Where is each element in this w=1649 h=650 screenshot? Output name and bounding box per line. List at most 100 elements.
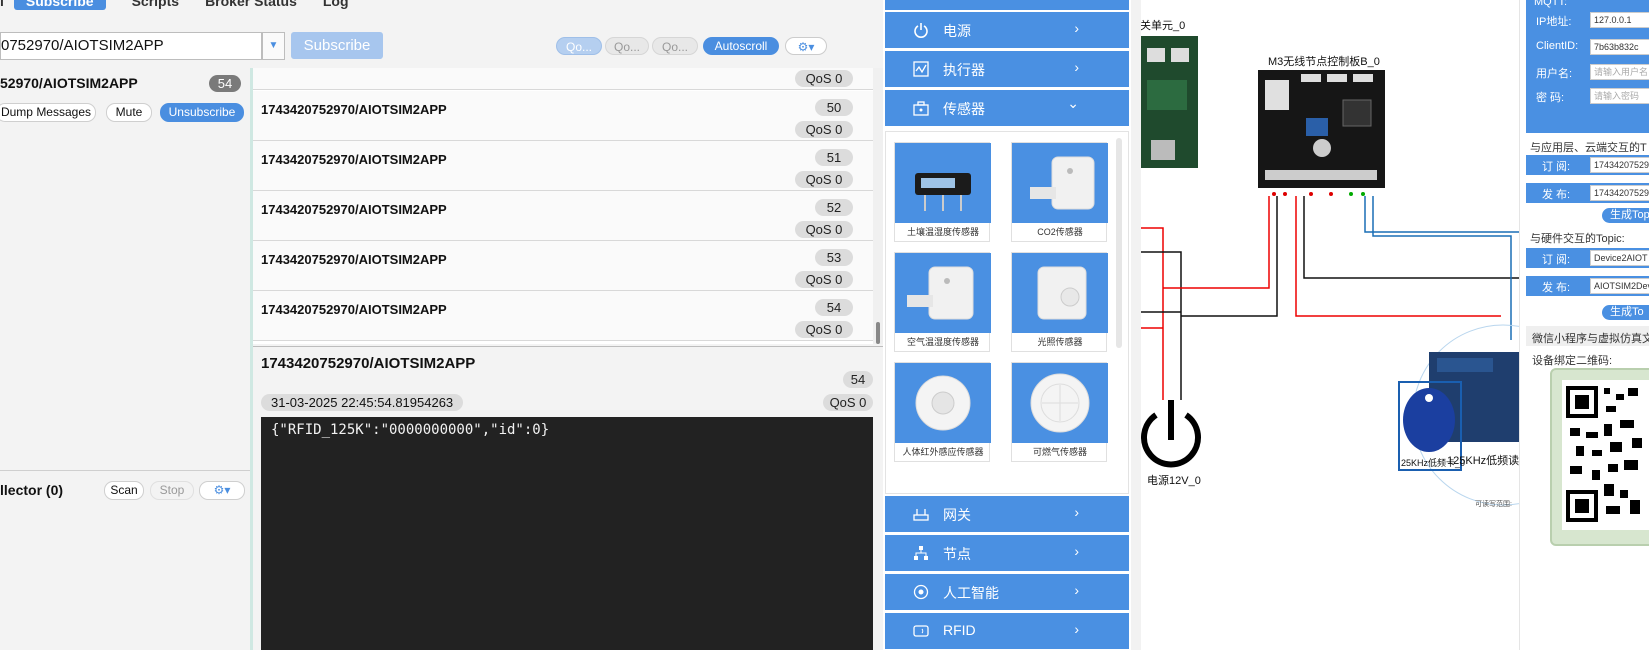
generate-topic-button-2[interactable]: 生成To	[1602, 305, 1649, 320]
tab-log[interactable]: Log	[323, 0, 349, 9]
username-input[interactable]: 请输入用户名	[1590, 64, 1649, 80]
app-pub-input[interactable]: 17434207529	[1590, 185, 1649, 201]
soil-sensor-image	[895, 143, 991, 223]
topic-input[interactable]: 0752970/AIOTSIM2APP	[0, 32, 262, 60]
chevron-right-icon: ›	[1074, 59, 1079, 75]
simulation-canvas[interactable]: 关单元_0 M3无线节点控制板B_0 电源12V_0 25KHz低频卡_0 12…	[1141, 0, 1519, 650]
message-row[interactable]: QoS 0	[253, 68, 873, 90]
menu-item-sensor[interactable]: 传感器 ⌄	[885, 90, 1129, 126]
message-row[interactable]: 1743420752970/AIOTSIM2APP 51 QoS 0	[253, 141, 873, 191]
chevron-right-icon: ›	[1074, 543, 1079, 559]
collector-label: llector (0)	[0, 482, 64, 498]
sensor-card-gas[interactable]: 可燃气传感器	[1011, 362, 1108, 462]
topic-dropdown-button[interactable]: ▼	[262, 32, 285, 60]
sensor-list-scrollbar[interactable]	[1116, 138, 1122, 348]
hw-topic-title: 与硬件交互的Topic:	[1530, 233, 1625, 245]
sensor-card-co2[interactable]: CO2传感器	[1011, 142, 1108, 242]
ai-icon	[913, 584, 929, 600]
password-input[interactable]: 请输入密码	[1590, 88, 1649, 104]
subscribe-button[interactable]: Subscribe	[291, 32, 383, 59]
m3-node-board[interactable]	[1258, 70, 1385, 196]
message-list-scrollbar[interactable]	[873, 68, 883, 344]
scrollbar-thumb[interactable]	[876, 322, 880, 344]
ip-input[interactable]: 127.0.0.1	[1590, 12, 1649, 28]
message-qos: QoS 0	[795, 271, 853, 288]
board-label: M3无线节点控制板B_0	[1268, 56, 1380, 68]
dump-messages-button[interactable]: Dump Messages	[0, 103, 96, 122]
clientid-label: ClientID:	[1536, 40, 1579, 52]
message-qos: QoS 0	[795, 221, 853, 238]
message-list[interactable]: QoS 0 1743420752970/AIOTSIM2APP 50 QoS 0…	[253, 68, 873, 344]
qos1-button[interactable]: Qo...	[605, 37, 649, 55]
message-qos: QoS 0	[795, 321, 853, 338]
power-supply-symbol[interactable]	[1141, 400, 1201, 468]
sensor-card-pir[interactable]: 人体红外感应传感器	[894, 362, 991, 462]
sensor-card-air-humidity[interactable]: 空气温湿度传感器	[894, 252, 991, 352]
topics-collector: llector (0) Scan Stop ⚙▾	[0, 480, 250, 504]
scan-button[interactable]: Scan	[104, 481, 144, 500]
sensor-card-soil[interactable]: 土壤温湿度传感器	[894, 142, 991, 242]
tab-scripts[interactable]: Scripts	[132, 0, 179, 9]
subscription-topic[interactable]: 52970/AIOTSIM2APP	[0, 75, 138, 91]
rfid-range-label: 可读写范围:	[1475, 501, 1512, 508]
sensor-card-light[interactable]: 光照传感器	[1011, 252, 1108, 352]
qos0-button[interactable]: Qo...	[556, 37, 602, 55]
hw-pub-input[interactable]: AIOTSIM2Dev	[1590, 278, 1649, 294]
sensor-list: 土壤温湿度传感器 CO2传感器 空气温湿度传感器 光照传感器 人体红外感应传感器	[885, 131, 1129, 494]
menu-item-gateway[interactable]: 网关 ›	[885, 496, 1129, 532]
rfid-reader-label: 125KHz低频读	[1447, 455, 1519, 467]
chevron-right-icon: ›	[1074, 582, 1079, 598]
settings-menu-button[interactable]: ⚙▾	[785, 37, 827, 55]
unsubscribe-button[interactable]: Unsubscribe	[160, 103, 244, 122]
chevron-right-icon: ›	[1074, 621, 1079, 637]
connect-button[interactable]	[1632, 112, 1649, 127]
menu-item-rfid[interactable]: RFID ›	[885, 613, 1129, 649]
qr-code	[1562, 380, 1649, 530]
wechat-title: 微信小程序与虚拟仿真文	[1532, 333, 1649, 345]
rfid-icon	[913, 625, 929, 637]
message-row[interactable]: 1743420752970/AIOTSIM2APP 50 QoS 0	[253, 91, 873, 141]
tab-broker-status[interactable]: Broker Status	[205, 0, 297, 9]
menu-item-ai[interactable]: 人工智能 ›	[885, 574, 1129, 610]
app-sub-input[interactable]: 17434207529	[1590, 157, 1649, 173]
tab-subscribe[interactable]: Subscribe	[13, 0, 106, 10]
config-panel: MQTT: IP地址: 127.0.0.1 ClientID: 7b63b832…	[1519, 0, 1649, 650]
hw-sub-input[interactable]: Device2AIOT	[1590, 250, 1649, 266]
menu-item-label: 网关	[943, 507, 971, 523]
message-qos: QoS 0	[795, 171, 853, 188]
tab-first[interactable]: l	[0, 0, 4, 9]
message-row[interactable]: 1743420752970/AIOTSIM2APP 53 QoS 0	[253, 241, 873, 291]
switch-unit-board[interactable]	[1141, 36, 1198, 168]
menu-item-actuator[interactable]: 执行器 ›	[885, 51, 1129, 87]
payload-view[interactable]: {"RFID_125K":"0000000000","id":0}	[261, 417, 873, 650]
message-topic: 1743420752970/AIOTSIM2APP	[261, 302, 447, 317]
ip-label: IP地址:	[1536, 16, 1572, 28]
clientid-input[interactable]: 7b63b832c	[1590, 39, 1649, 55]
menu-item-node[interactable]: 节点 ›	[885, 535, 1129, 571]
mute-button[interactable]: Mute	[106, 103, 152, 122]
qr-label: 设备绑定二维码:	[1532, 355, 1613, 367]
menu-item-label: 电源	[943, 23, 971, 39]
autoscroll-button[interactable]: Autoscroll	[703, 37, 779, 55]
qos2-button[interactable]: Qo...	[652, 37, 698, 55]
message-topic: 1743420752970/AIOTSIM2APP	[261, 152, 447, 167]
collector-settings-button[interactable]: ⚙▾	[199, 481, 245, 500]
detail-timestamp: 31-03-2025 22:45:54.81954263	[261, 394, 464, 411]
sensor-icon	[913, 101, 929, 116]
hw-pub-label: 发 布:	[1542, 282, 1571, 294]
menu-item-label: RFID	[943, 622, 976, 638]
message-detail: 1743420752970/AIOTSIM2APP 54 31-03-2025 …	[253, 346, 883, 650]
message-row[interactable]: 1743420752970/AIOTSIM2APP 52 QoS 0	[253, 191, 873, 241]
chevron-down-icon: ⌄	[1067, 95, 1079, 111]
rfid-reader[interactable]	[1398, 324, 1519, 506]
generate-topic-button[interactable]: 生成Top	[1602, 208, 1649, 223]
app-sub-label: 订 阅:	[1542, 161, 1571, 173]
stop-button[interactable]: Stop	[150, 481, 194, 500]
menu-item-power[interactable]: 电源 ›	[885, 12, 1129, 48]
menu-item-label: 人工智能	[943, 585, 999, 601]
message-number: 50	[815, 99, 853, 116]
message-number: 52	[815, 199, 853, 216]
message-row[interactable]: 1743420752970/AIOTSIM2APP 54 QoS 0	[253, 291, 873, 341]
gateway-icon	[913, 509, 929, 521]
actuator-icon	[913, 61, 929, 77]
